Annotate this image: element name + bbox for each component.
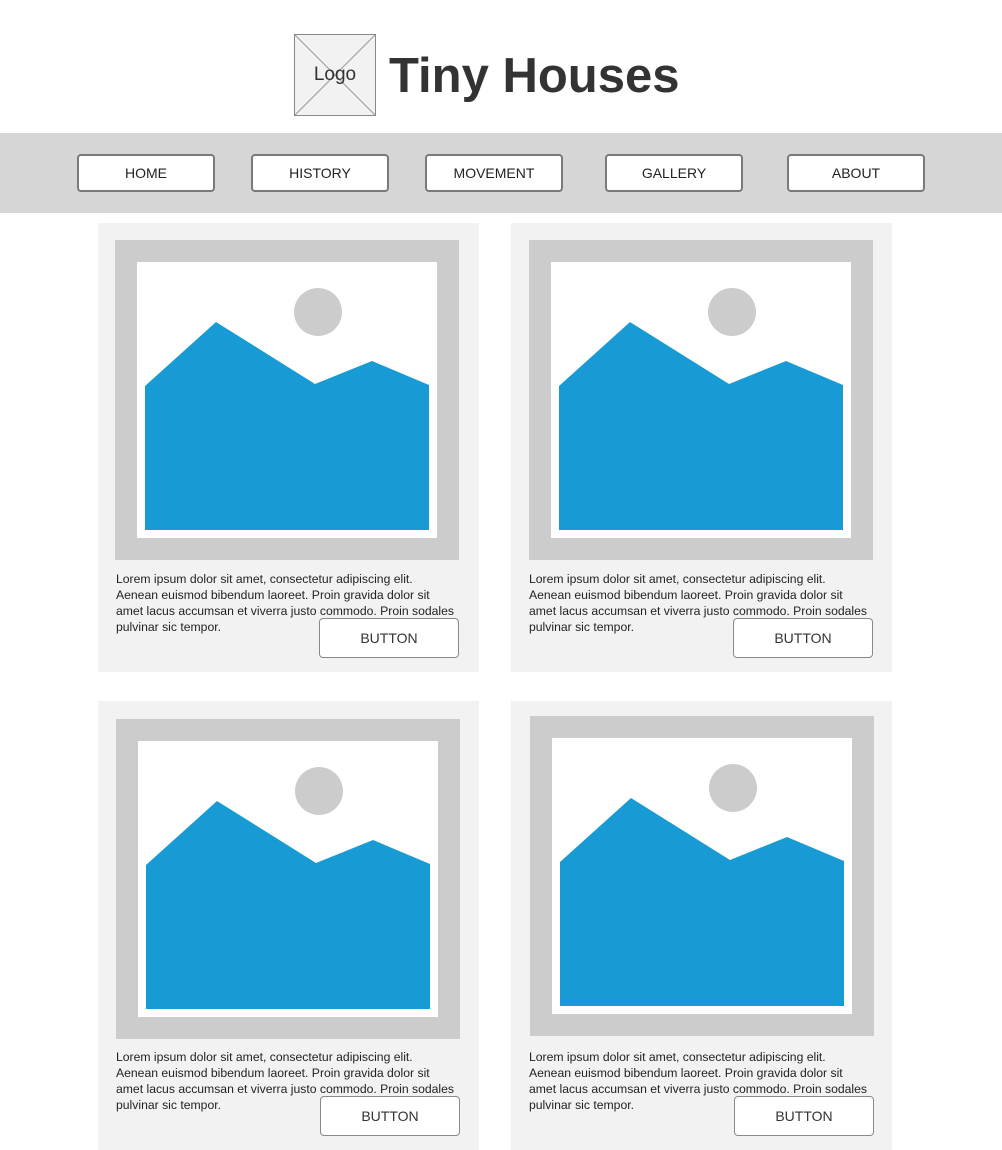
logo[interactable]: Logo — [294, 34, 376, 116]
logo-label: Logo — [313, 64, 357, 85]
card-button[interactable]: BUTTON — [733, 618, 873, 658]
card-image — [116, 719, 460, 1039]
nav-about-button[interactable]: ABOUT — [787, 154, 925, 192]
card-button[interactable]: BUTTON — [320, 1096, 460, 1136]
card-button[interactable]: BUTTON — [734, 1096, 874, 1136]
card-image — [530, 716, 874, 1036]
card-image-inner — [137, 262, 437, 538]
image-placeholder-icon — [559, 288, 843, 530]
nav-bar: HOME HISTORY MOVEMENT GALLERY ABOUT — [0, 133, 1002, 213]
card-image — [115, 240, 459, 560]
image-placeholder-icon — [560, 764, 844, 1006]
card-image-inner — [138, 741, 438, 1017]
image-placeholder-icon — [145, 288, 429, 530]
card: Lorem ipsum dolor sit amet, consectetur … — [98, 701, 479, 1150]
card-image-inner — [551, 262, 851, 538]
nav-movement-button[interactable]: MOVEMENT — [425, 154, 563, 192]
card-image — [529, 240, 873, 560]
site-title: Tiny Houses — [389, 49, 680, 103]
page: Logo Tiny Houses HOME HISTORY MOVEMENT G… — [0, 0, 1002, 1150]
nav-home-button[interactable]: HOME — [77, 154, 215, 192]
card: Lorem ipsum dolor sit amet, consectetur … — [98, 223, 479, 672]
nav-history-button[interactable]: HISTORY — [251, 154, 389, 192]
card-image-inner — [552, 738, 852, 1014]
image-placeholder-icon — [146, 767, 430, 1009]
card: Lorem ipsum dolor sit amet, consectetur … — [511, 223, 892, 672]
card: Lorem ipsum dolor sit amet, consectetur … — [511, 701, 892, 1150]
card-button[interactable]: BUTTON — [319, 618, 459, 658]
nav-gallery-button[interactable]: GALLERY — [605, 154, 743, 192]
